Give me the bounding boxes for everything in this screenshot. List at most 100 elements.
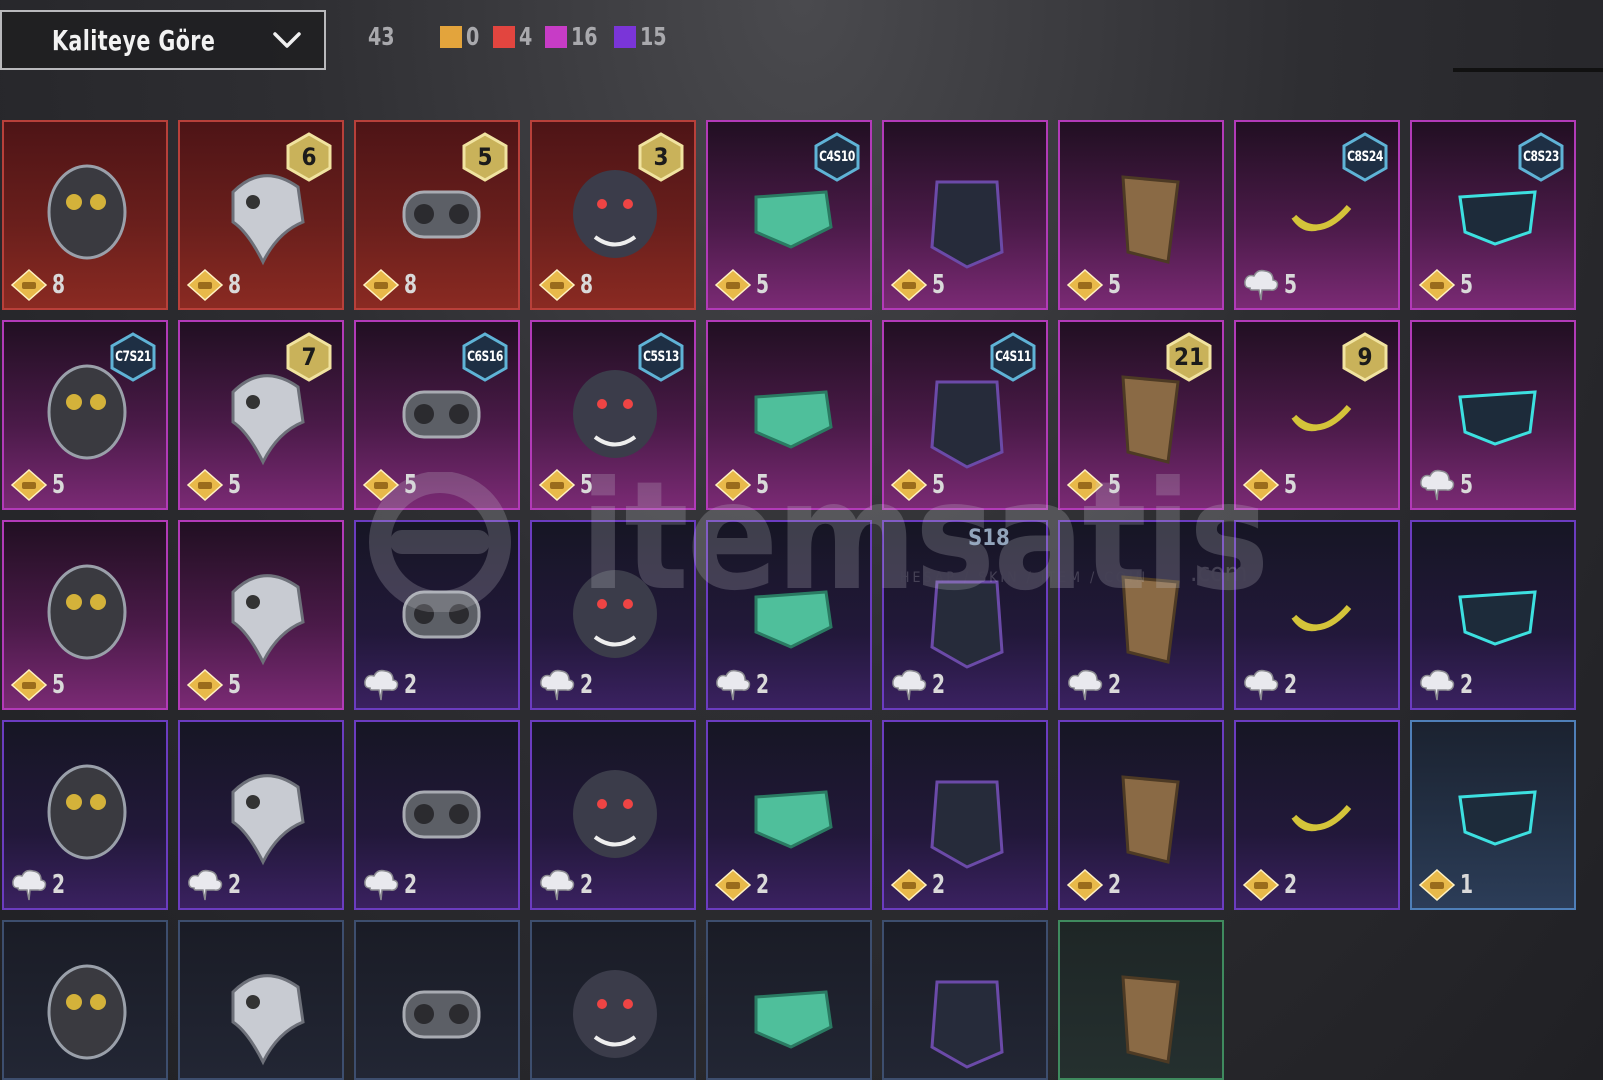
cost-value: 5: [1108, 470, 1122, 500]
sort-dropdown-label: Kaliteye Göre: [52, 23, 216, 57]
silver-cloud-coin-icon: [538, 668, 576, 702]
cost-value: 2: [756, 670, 770, 700]
item-cost: 2: [10, 868, 68, 902]
item-card[interactable]: 2: [1410, 520, 1576, 710]
item-grid: 8 6 8 5 8 3 8 C4S10 5 5 5 C8S24 5 C8S23 5 C7S21 5 7 5 C6S16…: [0, 120, 1603, 1080]
season-badge: C8S24: [1340, 132, 1390, 186]
silver-cloud-coin-icon: [714, 668, 752, 702]
cost-value: 2: [580, 870, 594, 900]
cost-value: 2: [932, 670, 946, 700]
quality-tier-counts: 0 4 16 15: [440, 22, 682, 51]
item-card[interactable]: 8: [2, 120, 168, 310]
item-card[interactable]: 1: [1410, 720, 1576, 910]
item-card[interactable]: 58: [354, 120, 520, 310]
item-card[interactable]: 2: [882, 520, 1048, 710]
silver-cloud-coin-icon: [186, 868, 224, 902]
item-card[interactable]: 2: [530, 720, 696, 910]
silver-cloud-coin-icon: [538, 868, 576, 902]
item-cost: 5: [714, 468, 772, 502]
item-card[interactable]: 2: [706, 720, 872, 910]
item-cost: 2: [538, 668, 596, 702]
cost-value: 5: [52, 670, 66, 700]
hockey-mask-icon: [402, 790, 481, 839]
item-cost: 5: [1066, 268, 1124, 302]
item-card[interactable]: 2: [1058, 720, 1224, 910]
season-badge: C5S13: [636, 332, 686, 386]
tier-purple: 15: [613, 22, 671, 51]
cost-value: 8: [52, 270, 66, 300]
item-card[interactable]: 5: [178, 520, 344, 710]
badge-label: C5S13: [643, 349, 679, 365]
item-card[interactable]: 2: [882, 720, 1048, 910]
cost-value: 2: [756, 870, 770, 900]
tier-swatch-pink: [545, 25, 568, 48]
badge-label: 3: [653, 143, 669, 171]
badge-label: C8S23: [1523, 149, 1559, 165]
item-card[interactable]: [178, 920, 344, 1080]
item-card[interactable]: 2: [1234, 720, 1400, 910]
silver-cloud-coin-icon: [890, 668, 928, 702]
gold-diamond-icon: [1242, 468, 1280, 502]
item-card[interactable]: [882, 920, 1048, 1080]
item-card[interactable]: 5: [2, 520, 168, 710]
item-card[interactable]: 95: [1234, 320, 1400, 510]
item-card[interactable]: 2: [1234, 520, 1400, 710]
item-card[interactable]: 2: [178, 720, 344, 910]
item-card[interactable]: 5: [882, 120, 1048, 310]
spiderweb-bandana-icon: [231, 974, 305, 1066]
badge-label: C8S24: [1347, 149, 1383, 165]
item-card[interactable]: [530, 920, 696, 1080]
item-card[interactable]: 5: [1410, 320, 1576, 510]
item-card[interactable]: 2: [2, 720, 168, 910]
item-card[interactable]: 2: [706, 520, 872, 710]
item-card[interactable]: 2: [1058, 520, 1224, 710]
red-scarf-icon: [1291, 805, 1352, 832]
item-cost: 5: [362, 468, 420, 502]
item-cost: 5: [1418, 268, 1476, 302]
gold-diamond-icon: [714, 868, 752, 902]
silver-cloud-coin-icon: [1242, 268, 1280, 302]
item-card[interactable]: C5S13 5: [530, 320, 696, 510]
level-badge: 5: [460, 132, 510, 186]
silver-cloud-coin-icon: [362, 868, 400, 902]
gold-diamond-icon: [714, 468, 752, 502]
item-card[interactable]: 21 5: [1058, 320, 1224, 510]
black-surgical-mask-icon: [754, 990, 833, 1049]
item-card[interactable]: 5: [1058, 120, 1224, 310]
season-badge: C6S16: [460, 332, 510, 386]
item-card[interactable]: 2: [354, 520, 520, 710]
yellow-dot-bandana-icon: [47, 964, 127, 1060]
item-cost: 2: [890, 868, 948, 902]
item-card[interactable]: [2, 920, 168, 1080]
item-card[interactable]: 38: [530, 120, 696, 310]
item-card[interactable]: C6S16 5: [354, 320, 520, 510]
item-cost: 2: [1242, 668, 1300, 702]
gold-diamond-icon: [10, 468, 48, 502]
skull-bandana-icon: [231, 574, 305, 666]
tier-gold: 0: [440, 22, 482, 51]
item-card[interactable]: C4S10 5: [706, 120, 872, 310]
gold-diamond-icon: [10, 268, 48, 302]
item-card[interactable]: [354, 920, 520, 1080]
item-card[interactable]: 2: [530, 520, 696, 710]
purple-theater-mask-icon: [402, 990, 481, 1039]
cost-value: 5: [756, 270, 770, 300]
item-card[interactable]: [1058, 920, 1224, 1080]
item-card[interactable]: 5: [706, 320, 872, 510]
level-badge: 6: [284, 132, 334, 186]
item-cost: 2: [186, 868, 244, 902]
item-card[interactable]: C8S23 5: [1410, 120, 1576, 310]
sort-dropdown[interactable]: Kaliteye Göre: [0, 10, 326, 70]
item-card[interactable]: C8S24 5: [1234, 120, 1400, 310]
item-card[interactable]: C7S21 5: [2, 320, 168, 510]
item-card[interactable]: C4S11 5: [882, 320, 1048, 510]
total-item-count: 43: [368, 22, 395, 51]
item-cost: 2: [714, 868, 772, 902]
level-badge: 3: [636, 132, 686, 186]
cost-value: 5: [228, 670, 242, 700]
item-card[interactable]: 75: [178, 320, 344, 510]
item-card[interactable]: [706, 920, 872, 1080]
item-card[interactable]: 2: [354, 720, 520, 910]
item-card[interactable]: 68: [178, 120, 344, 310]
item-cost: 5: [186, 468, 244, 502]
